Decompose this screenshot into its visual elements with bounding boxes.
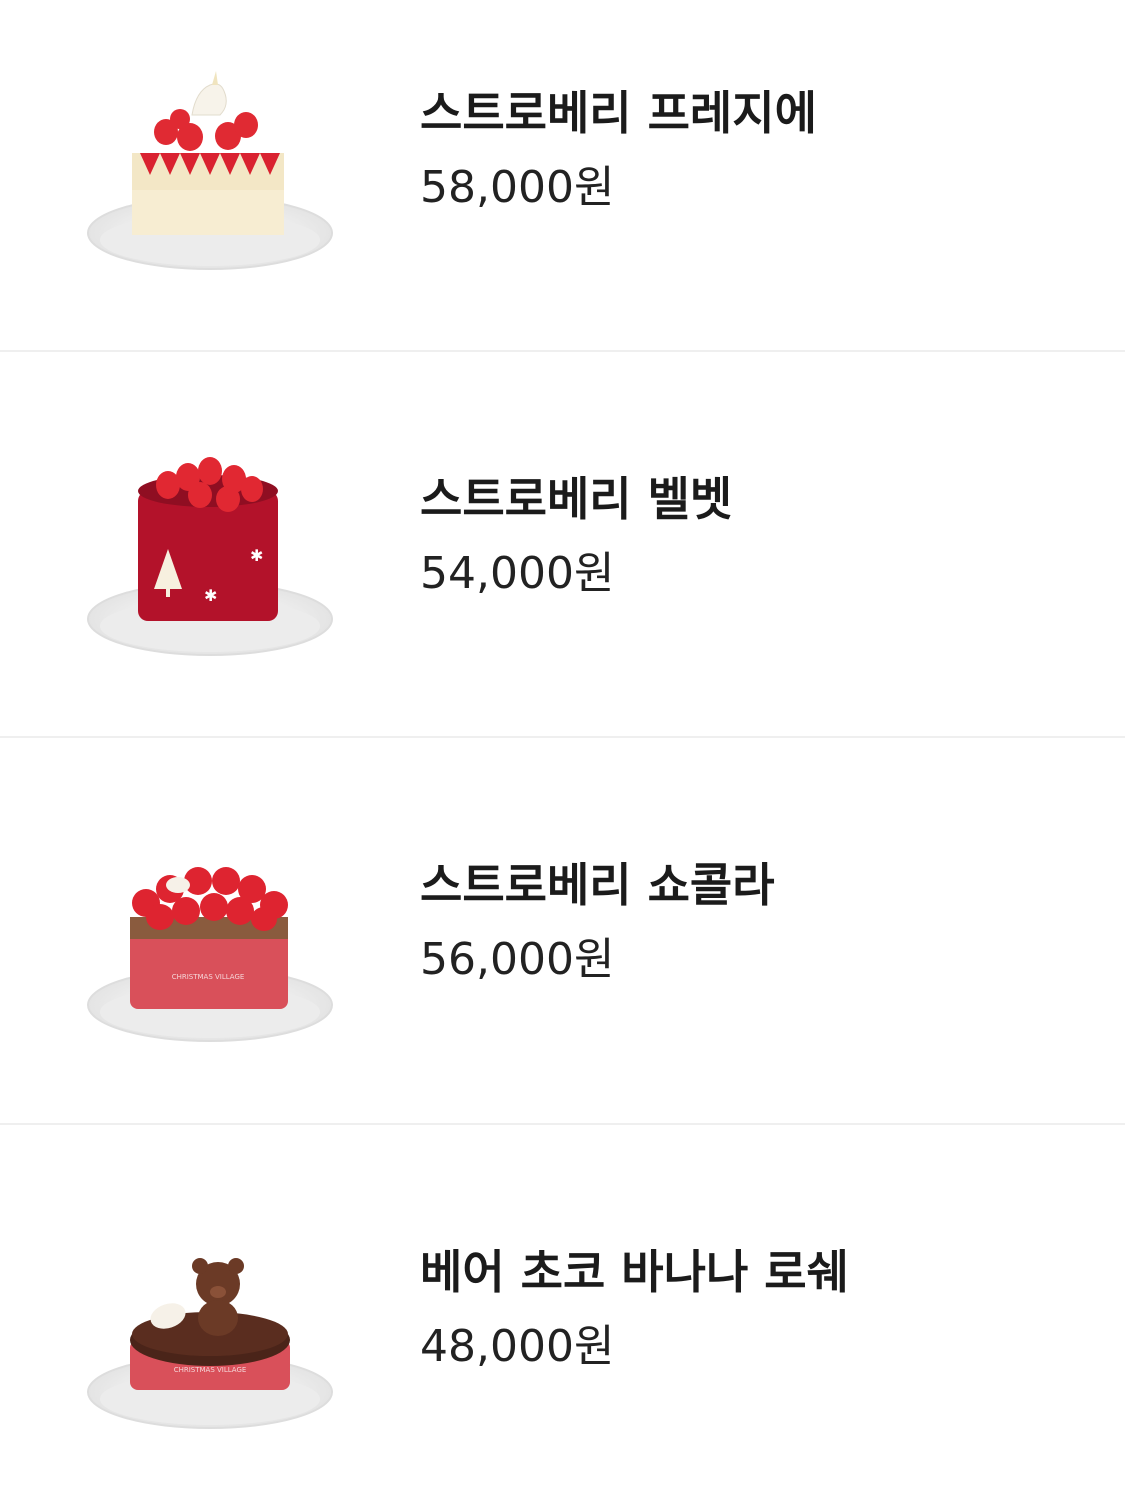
bear-choco-banana-rocher-cake-image: CHRISTMAS VILLAGE [80, 1194, 340, 1444]
strawberry-fraisier-cake-image [80, 35, 340, 285]
product-name: 베어 초코 바나나 로쉐 [420, 1245, 849, 1299]
product-info: 스트로베리 벨벳 54,000원 [420, 469, 732, 603]
svg-text:CHRISTMAS VILLAGE: CHRISTMAS VILLAGE [174, 1366, 247, 1374]
strawberry-chocolat-cake-image: CHRISTMAS VILLAGE [80, 807, 340, 1057]
product-item-strawberry-chocolat[interactable]: CHRISTMAS VILLAGE 스트로베리 쇼콜라 56,000원 [0, 737, 1125, 1124]
product-item-strawberry-fraisier[interactable]: 스트로베리 프레지에 58,000원 [0, 0, 1125, 352]
product-info: 베어 초코 바나나 로쉐 48,000원 [420, 1242, 849, 1376]
product-info: 스트로베리 쇼콜라 56,000원 [420, 855, 775, 989]
svg-text:✱: ✱ [250, 546, 263, 565]
product-price: 48,000원 [420, 1321, 615, 1372]
product-name: 스트로베리 프레지에 [420, 86, 817, 140]
strawberry-velvet-cake-image: ✱ ✱ [80, 421, 340, 671]
svg-text:CHRISTMAS VILLAGE: CHRISTMAS VILLAGE [172, 973, 245, 981]
svg-text:✱: ✱ [204, 586, 217, 605]
product-list: 스트로베리 프레지에 58,000원 ✱ ✱ 스트로베리 벨벳 54,000원 … [0, 0, 1125, 1465]
product-item-strawberry-velvet[interactable]: ✱ ✱ 스트로베리 벨벳 54,000원 [0, 351, 1125, 738]
product-price: 58,000원 [420, 162, 615, 213]
product-price: 56,000원 [420, 934, 615, 985]
product-name: 스트로베리 쇼콜라 [420, 858, 775, 912]
product-price: 54,000원 [420, 548, 615, 599]
product-name: 스트로베리 벨벳 [420, 472, 733, 526]
product-info: 스트로베리 프레지에 58,000원 [420, 83, 817, 217]
product-item-bear-choco-banana-rocher[interactable]: CHRISTMAS VILLAGE 베어 초코 바나나 로쉐 48,000원 [0, 1124, 1125, 1511]
